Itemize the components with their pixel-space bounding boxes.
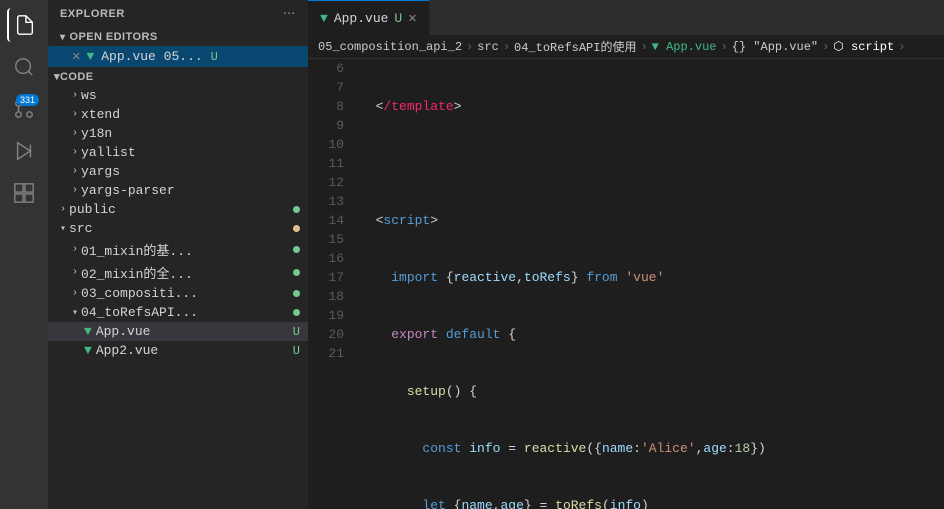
open-editor-modified: U bbox=[211, 50, 218, 64]
line-12: const info = reactive({name:'Alice',age:… bbox=[360, 439, 944, 458]
code-section-label[interactable]: ▾ CODE bbox=[48, 67, 308, 86]
line-numbers: 6 7 8 9 10 11 12 13 14 15 16 17 18 19 20… bbox=[308, 59, 356, 509]
line-10: export default { bbox=[360, 325, 944, 344]
files-icon[interactable] bbox=[7, 8, 41, 42]
breadcrumb: 05_composition_api_2 › src › 04_toRefsAP… bbox=[308, 35, 944, 59]
app2-vue-modified: U bbox=[293, 344, 300, 358]
line-13: let {name,age} = toRefs(info) bbox=[360, 496, 944, 509]
tree-item-04torefs[interactable]: ▾ 04_toRefsAPI... bbox=[48, 303, 308, 322]
line-6: </template> bbox=[360, 97, 944, 116]
activity-bar: 331 bbox=[0, 0, 48, 509]
tree-item-xtend[interactable]: › xtend bbox=[48, 105, 308, 124]
app-vue-label: App.vue bbox=[96, 324, 151, 339]
tree-item-app-vue[interactable]: ▼ App.vue U bbox=[48, 322, 308, 341]
yallist-chevron: › bbox=[72, 147, 78, 158]
open-editors-text: OPEN EDITORS bbox=[69, 31, 157, 43]
y18n-chevron: › bbox=[72, 128, 78, 139]
line-11: setup() { bbox=[360, 382, 944, 401]
bc-obj: {} "App.vue" bbox=[732, 40, 818, 54]
tree-item-yargs[interactable]: › yargs bbox=[48, 162, 308, 181]
run-icon[interactable] bbox=[7, 134, 41, 168]
tab-app-vue[interactable]: ▼ App.vue U ✕ bbox=[308, 0, 430, 35]
app2-vue-label: App2.vue bbox=[96, 343, 158, 358]
tab-app-vue-name: App.vue bbox=[334, 11, 389, 26]
y18n-label: y18n bbox=[81, 126, 112, 141]
close-editor-icon[interactable]: ✕ bbox=[72, 48, 80, 65]
tree-item-01mixin[interactable]: › 01_mixin的基... bbox=[48, 238, 308, 261]
open-editors-chevron: ▾ bbox=[60, 32, 65, 43]
search-icon[interactable] bbox=[7, 50, 41, 84]
line-8: <script> bbox=[360, 211, 944, 230]
code-label-text: CODE bbox=[60, 71, 94, 83]
sidebar: EXPLORER ··· ▾ OPEN EDITORS ✕ ▼ App.vue … bbox=[48, 0, 308, 509]
src-dot bbox=[293, 225, 300, 232]
04torefs-dot bbox=[293, 309, 300, 316]
bc-folder: 04_toRefsAPI的使用 bbox=[514, 38, 636, 55]
bc-file: ▼ App.vue bbox=[652, 40, 717, 54]
public-label: public bbox=[69, 202, 116, 217]
yallist-label: yallist bbox=[81, 145, 136, 160]
01mixin-chevron: › bbox=[72, 244, 78, 255]
tree-item-yallist[interactable]: › yallist bbox=[48, 143, 308, 162]
xtend-chevron: › bbox=[72, 109, 78, 120]
tree-item-yargs-parser[interactable]: › yargs-parser bbox=[48, 181, 308, 200]
bc-src: src bbox=[477, 40, 499, 54]
sidebar-header: EXPLORER ··· bbox=[48, 0, 308, 28]
tree-item-src[interactable]: ▾ src bbox=[48, 219, 308, 238]
03comp-dot bbox=[293, 290, 300, 297]
tree-item-02mixin[interactable]: › 02_mixin的全... bbox=[48, 261, 308, 284]
tab-bar: ▼ App.vue U ✕ bbox=[308, 0, 944, 35]
app-vue-modified: U bbox=[293, 325, 300, 339]
yargs-parser-chevron: › bbox=[72, 185, 78, 196]
03comp-chevron: › bbox=[72, 288, 78, 299]
public-chevron: › bbox=[60, 204, 66, 215]
yargs-parser-label: yargs-parser bbox=[81, 183, 175, 198]
open-editors-section: ▾ OPEN EDITORS ✕ ▼ App.vue 05... U bbox=[48, 28, 308, 67]
tree-item-y18n[interactable]: › y18n bbox=[48, 124, 308, 143]
ws-chevron: › bbox=[72, 90, 78, 101]
extensions-icon[interactable] bbox=[7, 176, 41, 210]
src-label: src bbox=[69, 221, 92, 236]
tab-modified-indicator: U bbox=[394, 11, 402, 26]
source-control-icon[interactable]: 331 bbox=[7, 92, 41, 126]
open-editors-label[interactable]: ▾ OPEN EDITORS bbox=[48, 28, 308, 46]
02mixin-label: 02_mixin的全... bbox=[81, 263, 193, 282]
02mixin-dot bbox=[293, 269, 300, 276]
line-9: import {reactive,toRefs} from 'vue' bbox=[360, 268, 944, 287]
yargs-chevron: › bbox=[72, 166, 78, 177]
bc-project: 05_composition_api_2 bbox=[318, 40, 462, 54]
public-dot bbox=[293, 206, 300, 213]
xtend-label: xtend bbox=[81, 107, 120, 122]
file-tree: ▾ CODE › ws › xtend › y18n › yallist › y… bbox=[48, 67, 308, 509]
main-editor: ▼ App.vue U ✕ 05_composition_api_2 › src… bbox=[308, 0, 944, 509]
open-editor-app-vue[interactable]: ✕ ▼ App.vue 05... U bbox=[48, 46, 308, 67]
src-chevron: ▾ bbox=[60, 223, 66, 235]
tab-vue-icon: ▼ bbox=[320, 11, 328, 26]
yargs-label: yargs bbox=[81, 164, 120, 179]
tree-item-ws[interactable]: › ws bbox=[48, 86, 308, 105]
app2-vue-file-icon: ▼ bbox=[84, 343, 92, 358]
04torefs-label: 04_toRefsAPI... bbox=[81, 305, 198, 320]
tree-item-03comp[interactable]: › 03_compositi... bbox=[48, 284, 308, 303]
ws-label: ws bbox=[81, 88, 97, 103]
04torefs-chevron: ▾ bbox=[72, 307, 78, 319]
01mixin-label: 01_mixin的基... bbox=[81, 240, 193, 259]
01mixin-dot bbox=[293, 246, 300, 253]
sidebar-more-button[interactable]: ··· bbox=[283, 8, 296, 20]
sidebar-title: EXPLORER bbox=[60, 8, 125, 20]
bc-script: ⬡ script bbox=[833, 39, 894, 54]
02mixin-chevron: › bbox=[72, 267, 78, 278]
tree-item-public[interactable]: › public bbox=[48, 200, 308, 219]
code-content[interactable]: </template> <script> import {reactive,to… bbox=[356, 59, 944, 509]
source-control-badge: 331 bbox=[16, 94, 39, 106]
tab-close-button[interactable]: ✕ bbox=[408, 10, 416, 27]
tree-item-app2-vue[interactable]: ▼ App2.vue U bbox=[48, 341, 308, 360]
app-vue-file-icon: ▼ bbox=[84, 324, 92, 339]
03comp-label: 03_compositi... bbox=[81, 286, 198, 301]
editor-area: 6 7 8 9 10 11 12 13 14 15 16 17 18 19 20… bbox=[308, 59, 944, 509]
vue-file-icon: ▼ bbox=[86, 49, 94, 64]
line-7 bbox=[360, 154, 944, 173]
open-editor-filename: App.vue 05... bbox=[101, 49, 202, 64]
